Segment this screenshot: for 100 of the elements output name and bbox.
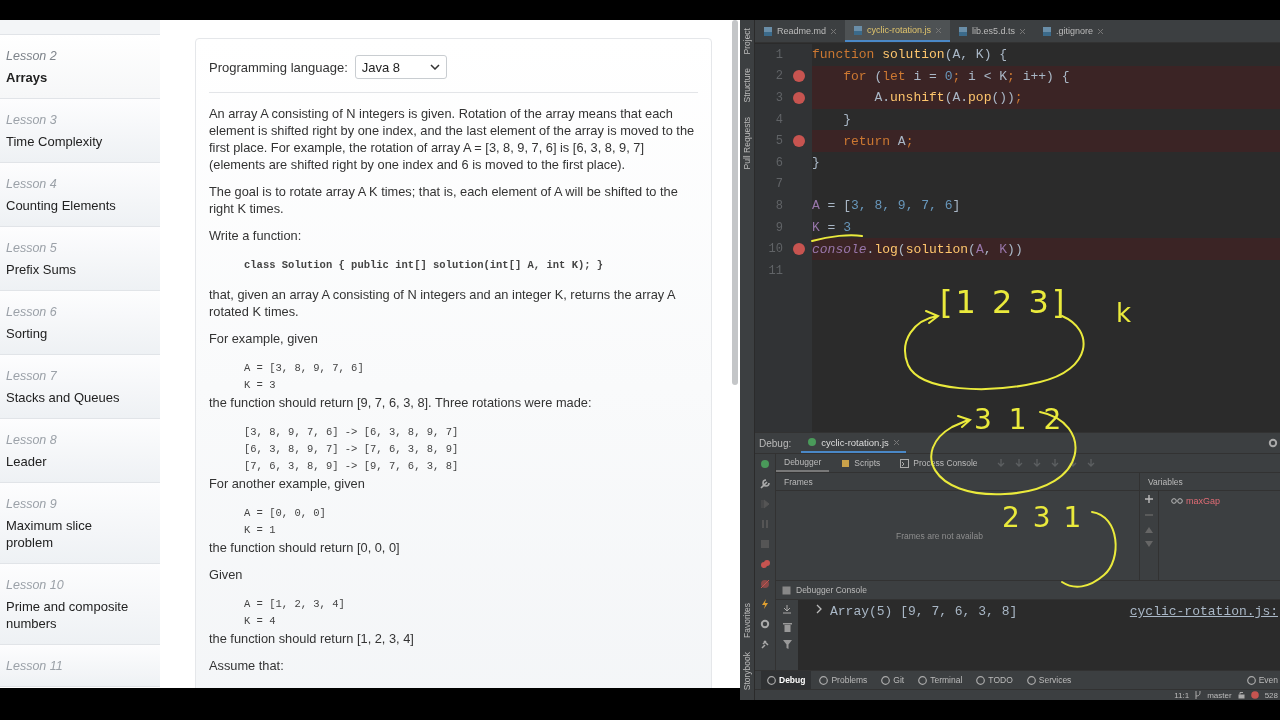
lesson-number: Lesson 9 [6,496,57,512]
wrench-icon[interactable] [759,478,771,490]
tool-window-tab[interactable]: Favorites [742,602,752,638]
step-into-icon[interactable] [1013,458,1024,468]
step-out-icon[interactable] [1049,458,1060,468]
code-line: K = 4 [244,614,276,629]
tool-window-button[interactable]: Even [1240,671,1280,689]
pane-header: Debugger Console [796,585,867,595]
lesson-title: Arrays [6,69,49,86]
file-icon [763,25,773,37]
lightning-icon[interactable] [759,598,771,610]
debugger-tab[interactable]: Scripts [833,454,889,472]
up-icon[interactable] [1145,527,1153,533]
code-line: K = 3 [812,220,852,236]
breakpoint-icon[interactable] [793,70,805,83]
bug-icon[interactable] [759,458,771,470]
tool-window-button[interactable]: Services [1020,671,1078,689]
source-link[interactable]: cyclic-rotation.js: [1129,604,1278,619]
code-line: A = [0, 0, 0] [244,506,326,521]
breakpoint-icon[interactable] [793,243,805,256]
resume-icon[interactable] [759,498,771,510]
language-select[interactable]: Java 8 [354,55,447,79]
force-step-icon[interactable] [1031,458,1042,468]
tool-window-button[interactable]: Problems [813,671,874,689]
lesson-number: Lesson 4 [6,176,57,192]
paragraph: that, given an array A consisting of N integers and an integer K, returns the array A rotated K times. [209,286,677,320]
pin-icon[interactable] [759,638,771,650]
settings-icon[interactable] [1268,438,1278,448]
debug-session-tab[interactable]: cyclic-rotation.js [801,433,906,453]
evaluate-icon[interactable] [1085,458,1096,468]
breakpoints-icon[interactable] [759,558,771,570]
editor-tab[interactable]: .gitignore [1034,20,1113,42]
close-icon[interactable] [1097,27,1105,35]
tool-window-button[interactable]: Terminal [912,671,969,689]
trash-icon[interactable] [782,622,792,632]
close-icon[interactable] [892,438,900,446]
chevron-right-icon[interactable] [816,604,822,614]
tool-window-button[interactable]: Git [875,671,911,689]
paragraph: For example, given [209,330,319,347]
remove-icon[interactable] [1145,511,1153,519]
tool-window-tab[interactable]: Pull Requests [742,116,752,170]
console-output: Array(5) [9, 7, 6, 3, 8] [830,604,1018,619]
close-icon[interactable] [830,27,838,35]
pause-icon[interactable] [759,518,771,530]
code-line: function solution(A, K) { [812,47,1008,63]
stop-icon[interactable] [759,538,771,550]
lesson-title: Stacks and Queues [6,389,121,406]
code-line: [6, 3, 8, 9, 7] -> [7, 6, 3, 8, 9] [244,442,459,457]
branch-icon [1195,691,1202,699]
tool-window-button[interactable]: Debug [761,671,812,689]
scroll-to-end-icon[interactable] [782,604,792,614]
lesson-title: Prime and composite numbers [6,598,130,632]
tool-window-button[interactable]: TODO [970,671,1019,689]
lesson-number: Lesson 7 [6,368,57,384]
down-icon[interactable] [1145,541,1153,547]
breakpoint-icon[interactable] [793,92,805,104]
close-icon[interactable] [1019,27,1027,35]
step-over-icon[interactable] [995,458,1006,468]
error-icon [1250,691,1259,699]
cursor-position[interactable]: 11:1 [1174,690,1190,700]
close-icon[interactable] [935,26,943,34]
code-line: class Solution { public int[] solution(int[] A, int K); } [244,258,604,273]
console-icon [900,458,910,468]
handwritten-note: [1 2 3] [940,286,1068,318]
memory-indicator[interactable]: 528 [1264,690,1278,700]
lesson-title: Prefix Sums [6,261,78,278]
glasses-icon [1171,498,1183,504]
debugger-tab[interactable]: Debugger [776,454,830,472]
add-icon[interactable] [1145,495,1153,503]
paragraph: An array A consisting of N integers is given. Rotation of the array means that each element is shifted right by one index, and the last element of the array is moved to the first place. For example, the rotation of array A = [3, 8, 9, 7, 6] is [6, 3, 8, 9, 7] (elements are shifted right by one index and 6 is moved to the first place). [209,105,696,173]
code-line: console.log(solution(A, K)) [812,241,1023,257]
empty-message: Frames are not availab [896,530,983,541]
watch-variable[interactable]: maxGap [1186,496,1220,506]
tool-window-tab[interactable]: Structure [742,68,752,103]
editor-tab[interactable]: lib.es5.d.ts [950,20,1035,42]
code-line: A = [3, 8, 9, 7, 6] [244,361,364,376]
lesson-number: Lesson 11 [6,658,63,674]
lesson-number: Lesson 8 [6,432,57,448]
filter-icon[interactable] [782,640,792,649]
paragraph: the function should return [1, 2, 3, 4] [209,630,415,647]
lesson-title: Leader [6,453,48,470]
file-icon [1042,25,1053,37]
scrollbar-thumb[interactable] [732,20,738,385]
code-line: A.unshift(A.pop()); [873,90,1023,106]
pane-header: Frames [776,473,1139,491]
code-line: [7, 6, 3, 8, 9] -> [9, 7, 6, 3, 8] [244,459,459,474]
tool-window-tab[interactable]: Project [742,28,752,55]
code-line: K = 3 [244,378,276,393]
code-line: for (let i = 0; i < K; i++) { [842,68,1070,84]
tool-window-tab[interactable]: Storybook [742,651,752,690]
editor-tab[interactable]: Readme.md [755,20,846,42]
lesson-title: Time Complexity [6,133,104,150]
code-line: return A; [842,133,914,149]
mute-breakpoints-icon[interactable] [759,578,771,590]
editor-tab[interactable]: cyclic-rotation.js [845,20,951,42]
lesson-number: Lesson 5 [6,240,57,256]
paragraph: For another example, given [209,475,366,492]
settings-icon[interactable] [759,618,771,630]
git-branch[interactable]: master [1207,690,1232,700]
breakpoint-icon[interactable] [793,135,805,148]
